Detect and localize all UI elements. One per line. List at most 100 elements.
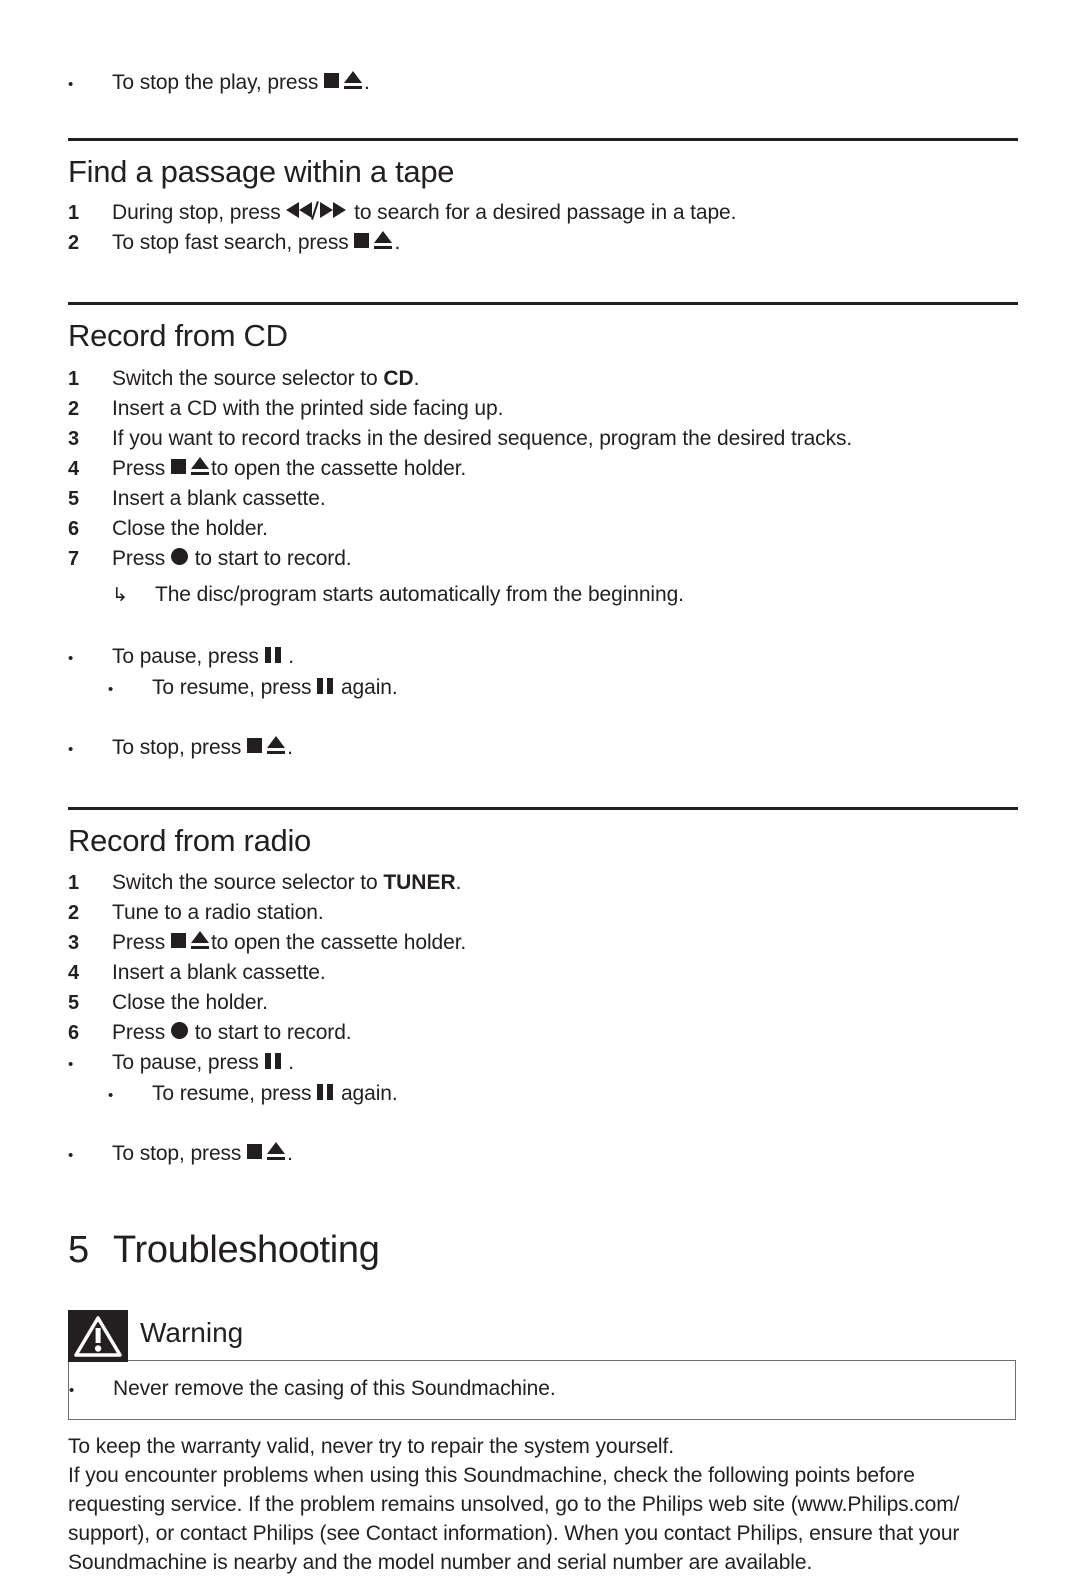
manual-page: • To stop the play, press . Find a passa… — [68, 0, 1018, 1577]
result-line: ↳ The disc/program starts automatically … — [68, 580, 1018, 610]
list-item-text: Switch the source selector to TUNER. — [112, 871, 462, 894]
list-item-text: To pause, press . — [112, 1051, 295, 1074]
list-item: • To resume, press again. — [68, 1079, 1018, 1110]
list-number: 6 — [68, 518, 80, 540]
bullet-glyph: • — [69, 1382, 75, 1399]
bullet-glyph: • — [68, 741, 74, 758]
list-item-text: Press to open the cassette holder. — [112, 931, 467, 954]
numbered-list-item: 7 Press to start to record. — [68, 544, 1018, 574]
section-heading: Record from CD — [68, 318, 288, 353]
warning-label: Warning — [140, 1317, 244, 1348]
source-name: CD — [383, 367, 414, 390]
stop-eject-icon — [247, 736, 287, 754]
bullet-glyph: • — [68, 1147, 74, 1164]
list-number: 4 — [68, 962, 80, 984]
list-item-text: To resume, press again. — [152, 1082, 398, 1105]
paragraph-line: requesting service. If the problem remai… — [68, 1493, 960, 1516]
numbered-list-item: 6 Press to start to record. — [68, 1018, 1018, 1048]
list-number: 5 — [68, 992, 80, 1014]
list-item: • To pause, press . — [68, 642, 1018, 673]
numbered-list-item: 5 Close the holder. — [68, 988, 1018, 1018]
list-item: • To pause, press . — [68, 1048, 1018, 1079]
stop-eject-icon — [170, 931, 211, 949]
bullet-glyph: • — [68, 76, 74, 93]
list-number: 4 — [68, 458, 80, 480]
list-item-text: Never remove the casing of this Soundmac… — [113, 1377, 556, 1400]
numbered-list-item: 3 If you want to record tracks in the de… — [68, 424, 1018, 454]
section-heading: Find a passage within a tape — [68, 154, 455, 189]
paragraph-line: Soundmachine is nearby and the model num… — [68, 1551, 813, 1574]
rewind-forward-icon — [286, 201, 348, 220]
warning-triangle-icon — [68, 1310, 128, 1362]
numbered-list-item: 6 Close the holder. — [68, 514, 1018, 544]
stop-eject-icon — [247, 1142, 287, 1160]
list-number: 2 — [68, 902, 80, 924]
warning-box: • Never remove the casing of this Soundm… — [68, 1360, 1016, 1420]
numbered-list-item: 5 Insert a blank cassette. — [68, 484, 1018, 514]
list-number: 1 — [68, 872, 80, 894]
list-item-text: Insert a CD with the printed side facing… — [112, 397, 504, 420]
list-item-text: Press to start to record. — [112, 1021, 352, 1044]
list-item-text: To stop, press . — [112, 1142, 293, 1165]
numbered-list-item: 3 Press to open the cassette holder. — [68, 928, 1018, 958]
list-item: • Never remove the casing of this Soundm… — [69, 1361, 1015, 1405]
section-heading: Record from radio — [68, 823, 311, 858]
list-item-text: Switch the source selector to CD. — [112, 367, 420, 390]
list-item-text: Close the holder. — [112, 517, 268, 540]
pause-icon — [264, 1053, 283, 1069]
numbered-list-item: 4 Press to open the cassette holder. — [68, 454, 1018, 484]
result-text: The disc/program starts automatically fr… — [155, 583, 684, 606]
record-icon — [170, 548, 189, 565]
source-name: TUNER — [383, 871, 456, 894]
bullet-glyph: • — [68, 650, 74, 667]
bullet-glyph: • — [108, 681, 114, 698]
list-item-text: Press to open the cassette holder. — [112, 457, 467, 480]
list-number: 6 — [68, 1022, 80, 1044]
pause-icon — [317, 678, 335, 694]
pause-icon — [317, 1084, 335, 1100]
list-number: 1 — [68, 368, 80, 390]
list-item-text: To stop, press . — [112, 736, 293, 759]
paragraph-line: If you encounter problems when using thi… — [68, 1464, 915, 1487]
list-number: 3 — [68, 932, 80, 954]
warning-callout: Warning • Never remove the casing of thi… — [68, 1310, 1018, 1422]
chapter-number: 5 — [68, 1229, 89, 1271]
list-item-text: To stop fast search, press . — [112, 231, 401, 254]
result-arrow-icon: ↳ — [112, 585, 128, 606]
list-item-text: Tune to a radio station. — [112, 901, 324, 924]
numbered-list-item: 4 Insert a blank cassette. — [68, 958, 1018, 988]
list-item: • To stop the play, press . — [68, 68, 1018, 99]
numbered-list-item: 2 Tune to a radio station. — [68, 898, 1018, 928]
list-item: • To resume, press again. — [68, 673, 1018, 704]
list-item-text: To pause, press . — [112, 645, 295, 668]
numbered-list-item: 1 Switch the source selector to TUNER. — [68, 868, 1018, 898]
list-item-text: If you want to record tracks in the desi… — [112, 427, 853, 450]
list-item-text: Close the holder. — [112, 991, 268, 1014]
bullet-glyph: • — [108, 1087, 114, 1104]
list-number: 2 — [68, 398, 80, 420]
list-item-text: During stop, press to search for a desir… — [112, 201, 737, 224]
list-item-text: To resume, press again. — [152, 676, 398, 699]
stop-eject-icon — [324, 71, 364, 89]
warranty-note: To keep the warranty valid, never try to… — [68, 1435, 674, 1458]
list-number: 3 — [68, 428, 80, 450]
stop-eject-icon — [170, 457, 211, 475]
list-item: • To stop, press . — [68, 1139, 1018, 1170]
numbered-list-item: 1 Switch the source selector to CD. — [68, 364, 1018, 394]
pause-icon — [264, 647, 283, 663]
stop-eject-icon — [354, 231, 394, 249]
list-item-text: Insert a blank cassette. — [112, 961, 326, 984]
numbered-list-item: 2 Insert a CD with the printed side faci… — [68, 394, 1018, 424]
chapter-heading: 5 Troubleshooting — [68, 1228, 1018, 1272]
paragraph-line: support), or contact Philips (see Contac… — [68, 1522, 960, 1545]
list-item-text: Press to start to record. — [112, 547, 352, 570]
numbered-list-item: 1 During stop, press to search for a des… — [68, 198, 1018, 228]
chapter-title: Troubleshooting — [113, 1229, 380, 1271]
list-number: 7 — [68, 548, 80, 570]
numbered-list-item: 2 To stop fast search, press . — [68, 228, 1018, 258]
bullet-glyph: • — [68, 1056, 74, 1073]
list-item: • To stop, press . — [68, 733, 1018, 764]
record-icon — [170, 1022, 189, 1039]
list-item-text: Insert a blank cassette. — [112, 487, 326, 510]
list-number: 2 — [68, 232, 80, 254]
